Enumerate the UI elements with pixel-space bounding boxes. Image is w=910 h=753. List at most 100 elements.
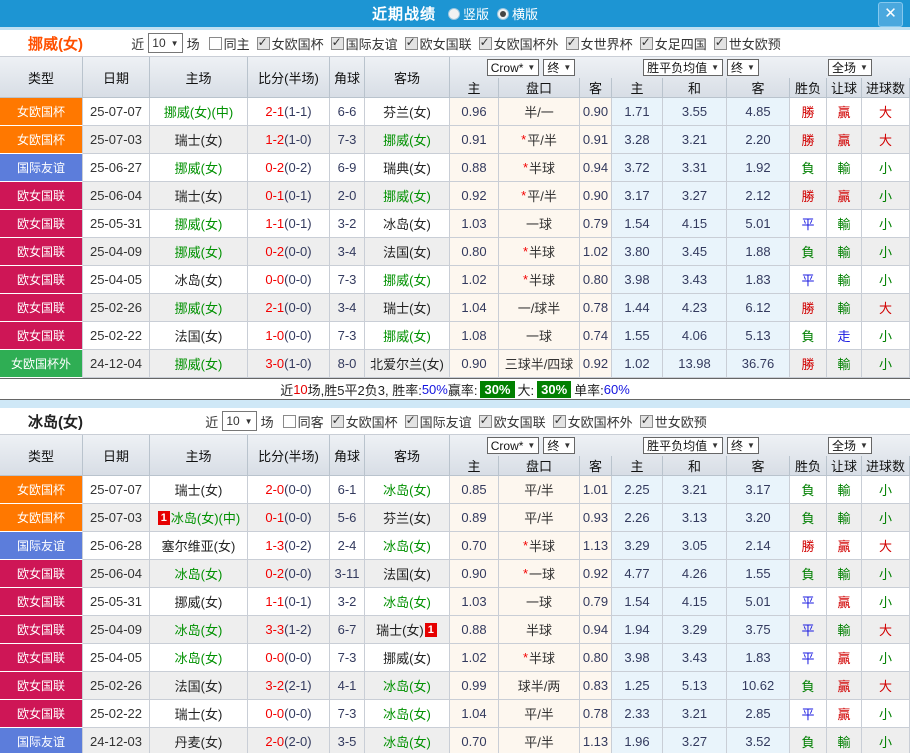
league-checkbox[interactable] [639, 413, 653, 428]
goals-result-cell: 大 [862, 532, 910, 560]
bookmaker-select[interactable]: Crow* ▼ [486, 59, 540, 76]
league-checkbox[interactable] [256, 35, 270, 50]
score-cell: 0-2 (0-0) [248, 560, 330, 588]
score-cell: 1-1 (0-1) [248, 588, 330, 616]
corner-cell: 3-5 [330, 728, 365, 753]
result-cell: 負 [790, 154, 827, 182]
avg-select[interactable]: 胜平负均值 ▼ [643, 437, 723, 454]
league-checkbox[interactable] [552, 413, 566, 428]
avg-odds-cell: 4.77 [612, 560, 663, 588]
league-checkbox[interactable] [404, 413, 418, 428]
league-checkbox[interactable] [478, 413, 492, 428]
handicap-result-cell: 輸 [827, 560, 862, 588]
col-header-type: 类型 [0, 57, 83, 98]
league-checkbox[interactable] [330, 413, 344, 428]
handicap-result-cell: 贏 [827, 672, 862, 700]
handicap-result-cell: 輸 [827, 266, 862, 294]
col-header-date: 日期 [83, 57, 150, 98]
avg-odds-cell: 3.55 [663, 98, 727, 126]
home-team-cell: 瑞士(女) [150, 700, 248, 728]
goals-result-cell: 小 [862, 560, 910, 588]
home-odds-cell: 1.04 [450, 294, 499, 322]
sub-header: 进球数 [862, 78, 910, 98]
handicap-result-cell: 輸 [827, 350, 862, 378]
header-sub-row: 主 盘口 客 主 和 客 胜负 让球 进球数 [450, 78, 910, 98]
avg-select[interactable]: 胜平负均值 ▼ [643, 59, 723, 76]
league-checkbox[interactable] [565, 35, 579, 50]
filter-row: 挪威(女) 近10▼场 同主 女欧国杯 国际友谊 欧女国联 女欧国杯外 女世界杯 女足四国 世女… [0, 30, 910, 56]
result-cell: 平 [790, 700, 827, 728]
avg-odds-cell: 4.15 [663, 210, 727, 238]
table-body: 女欧国杯 25-07-07 瑞士(女) 2-0 (0-0) 6-1 冰岛(女) 0.85 平/半… [0, 476, 910, 753]
close-icon[interactable]: ✕ [878, 2, 903, 27]
layout-radio-checked[interactable] [497, 7, 509, 20]
match-type-badge: 女欧国杯 [0, 98, 83, 126]
league-checkbox[interactable] [404, 35, 418, 50]
avg-odds-cell: 3.20 [727, 504, 790, 532]
league-checkbox-label: 世女欧预 [654, 414, 707, 430]
avg-odds-cell: 2.12 [727, 182, 790, 210]
scope-select[interactable]: 全场 ▼ [828, 59, 872, 76]
away-odds-cell: 0.93 [580, 504, 612, 532]
handicap-cell: 半球 [499, 616, 580, 644]
summary-segment: 10 [293, 381, 308, 397]
result-cell: 平 [790, 588, 827, 616]
filter-bar: 近10▼场 同主 女欧国杯 国际友谊 欧女国联 女欧国杯外 女世界杯 女足四国 世女欧预 [129, 33, 781, 53]
result-cell: 負 [790, 476, 827, 504]
home-odds-cell: 0.80 [450, 238, 499, 266]
match-type-badge: 欧女国联 [0, 294, 83, 322]
corner-cell: 7-3 [330, 126, 365, 154]
corner-cell: 3-2 [330, 210, 365, 238]
corner-cell: 7-3 [330, 700, 365, 728]
same-venue-checkbox[interactable] [208, 36, 222, 50]
handicap-result-cell: 贏 [827, 532, 862, 560]
avg-odds-cell: 4.23 [663, 294, 727, 322]
table-row: 欧女国联 25-06-04 瑞士(女) 0-1 (0-1) 2-0 挪威(女) 0.92 * 平/… [0, 182, 910, 210]
away-odds-cell: 0.78 [580, 700, 612, 728]
match-count-select[interactable]: 10 ▼ [148, 33, 183, 53]
bookmaker-select[interactable]: Crow* ▼ [486, 437, 540, 454]
match-count-select[interactable]: 10 ▼ [222, 411, 257, 431]
handicap-cell: * 半球 [499, 266, 580, 294]
corner-cell: 6-9 [330, 154, 365, 182]
home-team-cell: 挪威(女) [150, 350, 248, 378]
handicap-result-cell: 贏 [827, 182, 862, 210]
sub-header: 和 [663, 78, 727, 98]
avg-odds-cell: 3.75 [727, 616, 790, 644]
layout-radio-unchecked[interactable] [447, 7, 460, 20]
away-team-cell: 挪威(女) [365, 644, 450, 672]
league-checkbox[interactable] [478, 35, 492, 50]
home-team-cell: 冰岛(女) [150, 616, 248, 644]
score-cell: 0-1 (0-0) [248, 504, 330, 532]
avg-odds-cell: 3.27 [663, 728, 727, 753]
league-checkbox[interactable] [639, 35, 653, 50]
corner-cell: 2-4 [330, 532, 365, 560]
final-odds-select[interactable]: 终 ▼ [543, 437, 576, 454]
home-team-cell: 冰岛(女) [150, 266, 248, 294]
match-type-badge: 欧女国联 [0, 560, 83, 588]
col-header-type: 类型 [0, 435, 83, 476]
avg-odds-cell: 4.15 [663, 588, 727, 616]
away-odds-cell: 0.79 [580, 210, 612, 238]
final-avg-select[interactable]: 终 ▼ [727, 59, 759, 76]
away-odds-cell: 0.91 [580, 126, 612, 154]
number-badge: 1 [424, 622, 437, 637]
scope-select[interactable]: 全场 ▼ [828, 437, 872, 454]
sub-header: 客 [580, 456, 612, 476]
away-odds-cell: 0.78 [580, 294, 612, 322]
away-odds-cell: 0.92 [580, 560, 612, 588]
league-checkbox[interactable] [330, 35, 344, 50]
final-avg-select[interactable]: 终 ▼ [727, 437, 759, 454]
header-right: Crow* ▼ 终 ▼ 胜平负均值 ▼ 终 ▼ 全场 ▼ 主 盘口 客 主 和 … [450, 435, 910, 476]
sub-header: 主 [612, 456, 663, 476]
date-cell: 25-04-09 [83, 616, 150, 644]
away-team-cell: 挪威(女) [365, 126, 450, 154]
goals-result-cell: 小 [862, 154, 910, 182]
final-odds-select[interactable]: 终 ▼ [543, 59, 576, 76]
same-venue-checkbox[interactable] [282, 414, 296, 428]
avg-odds-cell: 1.83 [727, 266, 790, 294]
league-checkbox[interactable] [713, 35, 727, 50]
avg-odds-cell: 6.12 [727, 294, 790, 322]
date-cell: 25-04-05 [83, 266, 150, 294]
avg-odds-cell: 2.85 [727, 700, 790, 728]
